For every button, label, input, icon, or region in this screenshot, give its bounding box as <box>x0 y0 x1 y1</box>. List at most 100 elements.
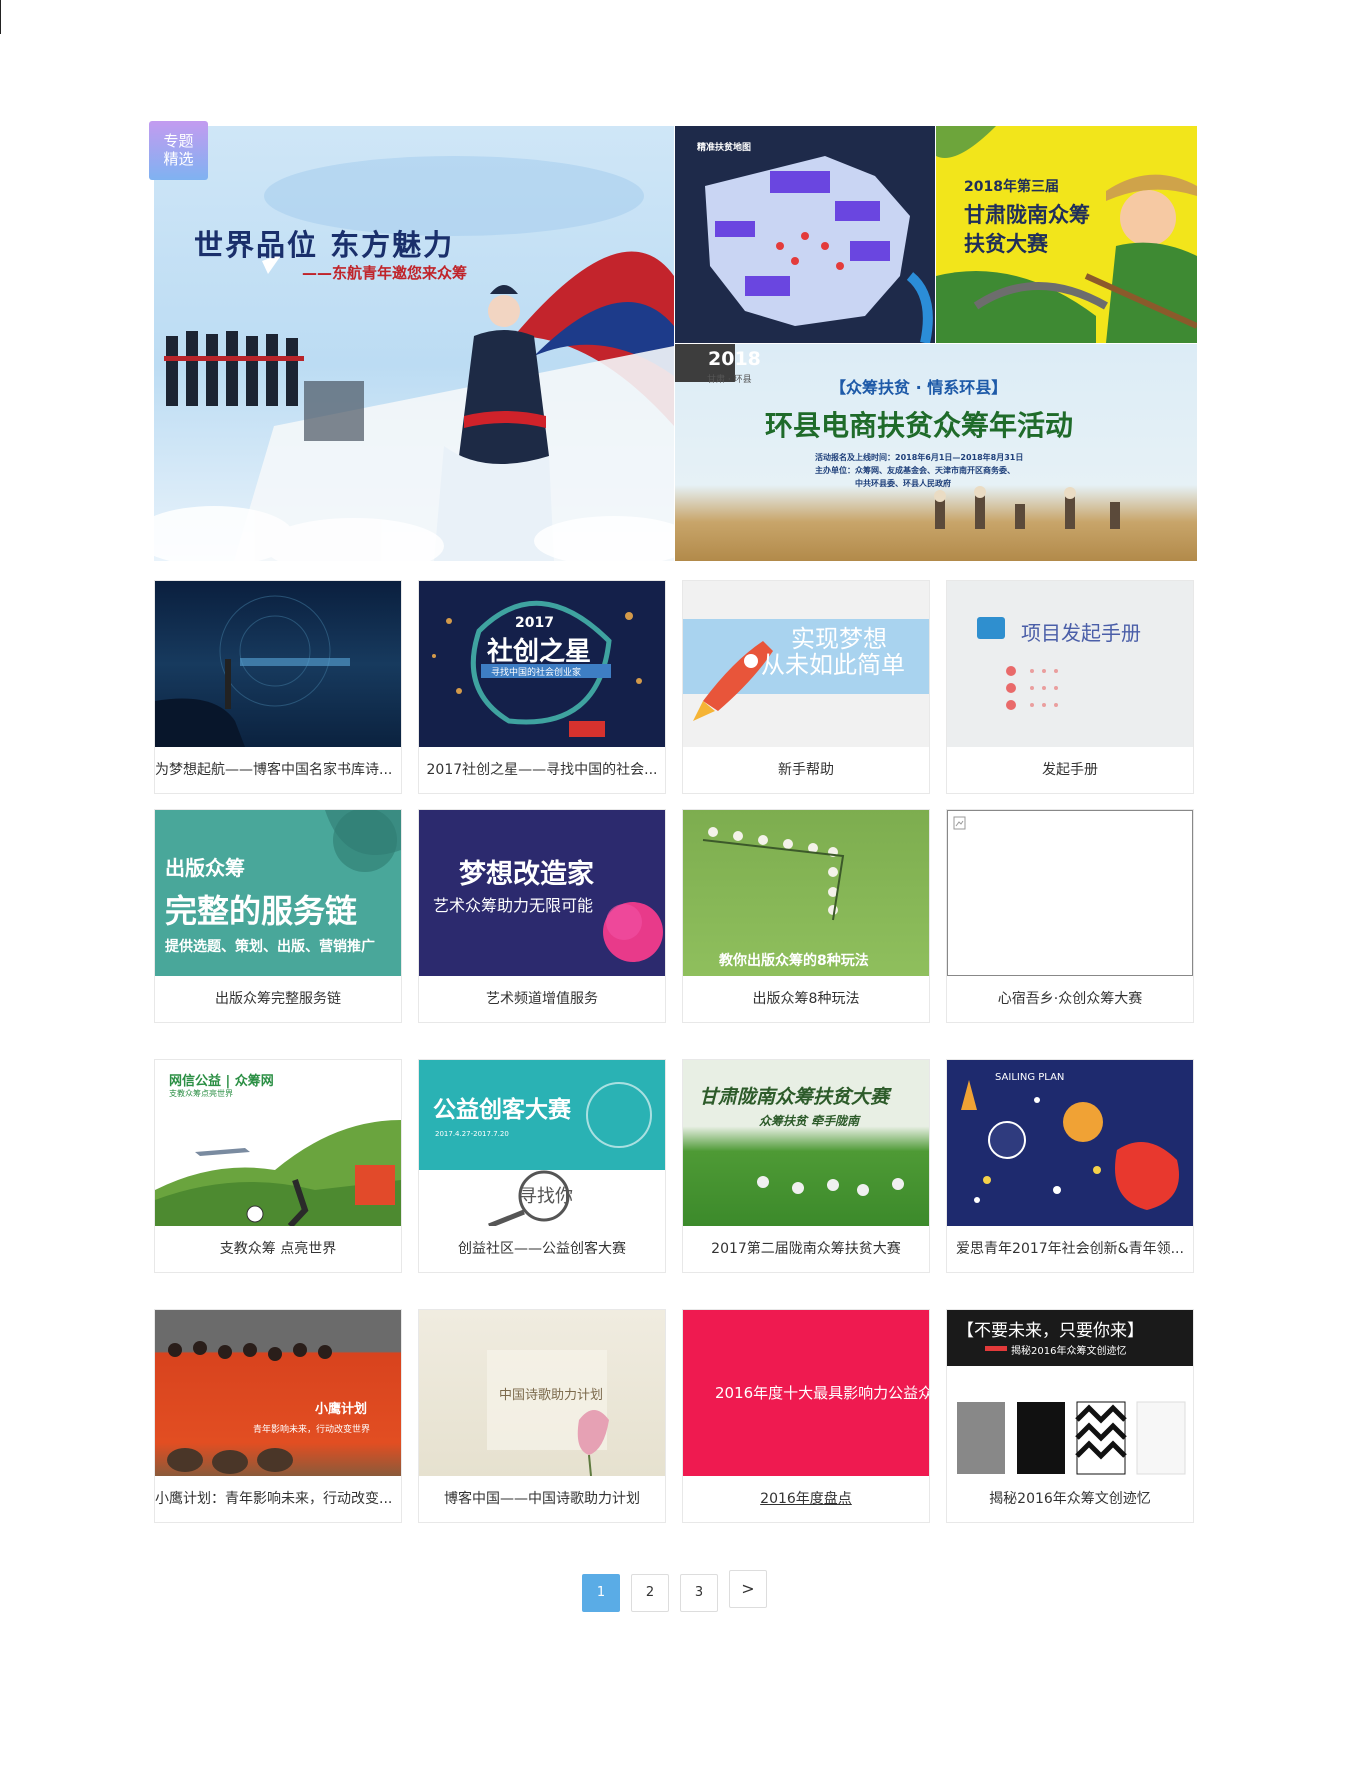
card-image-subtitle: 完整的服务链 <box>165 892 358 930</box>
card-image: 【不要未来，只要你来】 揭秘2016年众筹文创迹忆 <box>947 1310 1193 1476</box>
project-card[interactable]: 2016年度十大最具影响力公益众筹项目 2016年度盘点 <box>682 1309 930 1523</box>
card-image <box>947 810 1193 976</box>
card-image: SAILING PLAN <box>947 1060 1193 1226</box>
longnan-line1: 甘肃陇南众筹 <box>964 203 1090 227</box>
project-card[interactable]: 【不要未来，只要你来】 揭秘2016年众筹文创迹忆 揭秘2016年众筹文创迹忆 <box>946 1309 1194 1523</box>
banner-huanxian-panel[interactable]: 2018 甘肃 · 环县 【众筹扶贫 · 情系环县】 环县电商扶贫众筹年活动 活… <box>675 344 1197 561</box>
project-card[interactable]: 公益创客大赛 2017.4.27-2017.7.20 寻找你 创益社区——公益创… <box>418 1059 666 1273</box>
page-1-button[interactable]: 1 <box>582 1574 620 1612</box>
card-image-title: 【不要未来，只要你来】 <box>957 1321 1144 1341</box>
card-image: 2017 社创之星 寻找中国的社会创业家 <box>419 581 665 747</box>
card-image-title: 梦想改造家 <box>459 859 594 890</box>
banner-longnan-panel[interactable]: 2018年第三届 甘肃陇南众筹 扶贫大赛 <box>936 126 1197 343</box>
huanxian-place: 甘肃 · 环县 <box>707 375 752 385</box>
project-card[interactable]: 心宿吾乡·众创众筹大赛 <box>946 809 1194 1023</box>
card-image-title: 教你出版众筹的8种玩法 <box>719 953 869 969</box>
longnan-year: 2018年第三届 <box>964 179 1059 195</box>
china-map-illustration <box>705 156 933 343</box>
card-image-year: 2017 <box>515 615 554 631</box>
card-image-small: 2017.4.27-2017.7.20 <box>435 1130 509 1138</box>
project-card[interactable]: 教你出版众筹的8种玩法 出版众筹8种玩法 <box>682 809 930 1023</box>
featured-badge: 专题 精选 <box>149 121 208 180</box>
card-caption[interactable]: 支教众筹 点亮世界 <box>155 1226 401 1272</box>
featured-banner: 世界品位 东方魅力 ——东航青年邀您来众筹 精准扶贫地图 2018年第三届 甘肃… <box>149 121 1197 561</box>
card-image-title: 中国诗歌助力计划 <box>499 1388 604 1403</box>
card-image-title: 2016年度十大最具影响力公益众筹项目 <box>715 1384 929 1402</box>
page-2-button[interactable]: 2 <box>631 1574 669 1612</box>
card-image <box>155 581 401 747</box>
card-image: 出版众筹 完整的服务链 提供选题、策划、出版、营销推广 <box>155 810 401 976</box>
huanxian-year: 2018 <box>708 348 761 370</box>
card-caption[interactable]: 小鹰计划：青年影响未来，行动改变... <box>155 1476 401 1522</box>
farmers-illustration <box>934 486 1120 529</box>
card-image-title: 出版众筹 <box>165 856 245 880</box>
card-caption[interactable]: 出版众筹8种玩法 <box>683 976 929 1022</box>
banner-main-panel[interactable]: 世界品位 东方魅力 ——东航青年邀您来众筹 <box>154 126 674 561</box>
card-image-title: 小鹰计划 <box>315 1402 368 1417</box>
card-image-subtitle: 青年影响未来，行动改变世界 <box>253 1425 371 1435</box>
card-caption[interactable]: 新手帮助 <box>683 747 929 793</box>
card-image-subtitle: 众筹扶贫 牵手陇南 <box>759 1114 860 1128</box>
huanxian-small-title: 【众筹扶贫 · 情系环县】 <box>830 378 1008 397</box>
project-card[interactable]: 出版众筹 完整的服务链 提供选题、策划、出版、营销推广 出版众筹完整服务链 <box>154 809 402 1023</box>
broken-image-icon <box>953 816 966 830</box>
card-image-subtitle: 揭秘2016年众筹文创迹忆 <box>1011 1346 1127 1357</box>
card-caption[interactable]: 爱思青年2017年社会创新&青年领... <box>947 1226 1193 1272</box>
card-image-title: 社创之星 <box>487 637 592 667</box>
next-page-button[interactable]: > <box>729 1570 767 1608</box>
project-card[interactable]: 网信公益 | 众筹网 支教众筹点亮世界 支教众筹 点亮世界 <box>154 1059 402 1273</box>
project-card[interactable]: 实现梦想 从未如此简单 新手帮助 <box>682 580 930 794</box>
card-image: 梦想改造家 艺术众筹助力无限可能 <box>419 810 665 976</box>
huanxian-title: 环县电商扶贫众筹年活动 <box>765 409 1074 442</box>
project-card[interactable]: SAILING PLAN 爱思青年2017年社会创新&青年领... <box>946 1059 1194 1273</box>
banner-main-title: 世界品位 东方魅力 <box>194 228 455 262</box>
card-image-subtitle: 寻找你 <box>519 1186 573 1207</box>
card-image-title: 项目发起手册 <box>1021 621 1141 645</box>
card-image-title: 公益创客大赛 <box>433 1097 571 1123</box>
card-caption[interactable]: 揭秘2016年众筹文创迹忆 <box>947 1476 1193 1522</box>
card-caption[interactable]: 2017第二届陇南众筹扶贫大赛 <box>683 1226 929 1272</box>
project-card[interactable]: 2017 社创之星 寻找中国的社会创业家 2017社创之星——寻找中国的社会..… <box>418 580 666 794</box>
card-image: 教你出版众筹的8种玩法 <box>683 810 929 976</box>
card-image-title: SAILING PLAN <box>995 1072 1065 1083</box>
huanxian-info1: 活动报名及上线时间：2018年6月1日—2018年8月31日 <box>815 453 1024 462</box>
huanxian-info2: 主办单位：众筹网、友成基金会、天津市南开区商务委、 <box>815 466 1015 475</box>
project-card[interactable]: 甘肃陇南众筹扶贫大赛 众筹扶贫 牵手陇南 2017第二届陇南众筹扶贫大赛 <box>682 1059 930 1273</box>
card-image: 实现梦想 从未如此简单 <box>683 581 929 747</box>
project-card[interactable]: 中国诗歌助力计划 博客中国——中国诗歌助力计划 <box>418 1309 666 1523</box>
banner-main-subtitle: ——东航青年邀您来众筹 <box>302 264 468 282</box>
card-caption[interactable]: 心宿吾乡·众创众筹大赛 <box>947 976 1193 1022</box>
airline-illustration <box>154 156 674 561</box>
card-caption[interactable]: 为梦想起航——博客中国名家书库诗... <box>155 747 401 793</box>
card-image: 网信公益 | 众筹网 支教众筹点亮世界 <box>155 1060 401 1226</box>
project-card[interactable]: 项目发起手册 发起手册 <box>946 580 1194 794</box>
card-caption[interactable]: 出版众筹完整服务链 <box>155 976 401 1022</box>
card-caption[interactable]: 2017社创之星——寻找中国的社会... <box>419 747 665 793</box>
badge-line1: 专题 <box>163 132 194 150</box>
card-caption[interactable]: 创益社区——公益创客大赛 <box>419 1226 665 1272</box>
project-card[interactable]: 梦想改造家 艺术众筹助力无限可能 艺术频道增值服务 <box>418 809 666 1023</box>
card-image: 项目发起手册 <box>947 581 1193 747</box>
text-cursor <box>0 0 1 34</box>
project-card[interactable]: 为梦想起航——博客中国名家书库诗... <box>154 580 402 794</box>
card-image-subtitle: 寻找中国的社会创业家 <box>491 668 582 678</box>
card-image-title: 网信公益 | 众筹网 <box>169 1074 274 1089</box>
banner-poverty-map-panel[interactable]: 精准扶贫地图 <box>675 126 935 343</box>
card-image-subtitle: 艺术众筹助力无限可能 <box>433 896 594 915</box>
card-image: 甘肃陇南众筹扶贫大赛 众筹扶贫 牵手陇南 <box>683 1060 929 1226</box>
card-caption[interactable]: 博客中国——中国诗歌助力计划 <box>419 1476 665 1522</box>
page-3-button[interactable]: 3 <box>680 1574 718 1612</box>
card-image: 小鹰计划 青年影响未来，行动改变世界 <box>155 1310 401 1476</box>
card-caption[interactable]: 发起手册 <box>947 747 1193 793</box>
card-image-title: 甘肃陇南众筹扶贫大赛 <box>699 1086 890 1108</box>
card-caption[interactable]: 2016年度盘点 <box>683 1476 929 1522</box>
card-image-subtitle: 支教众筹点亮世界 <box>169 1089 233 1098</box>
card-image: 公益创客大赛 2017.4.27-2017.7.20 寻找你 <box>419 1060 665 1226</box>
map-panel-title: 精准扶贫地图 <box>697 143 752 153</box>
project-card[interactable]: 小鹰计划 青年影响未来，行动改变世界 小鹰计划：青年影响未来，行动改变... <box>154 1309 402 1523</box>
longnan-line2: 扶贫大赛 <box>964 232 1048 256</box>
card-caption[interactable]: 艺术频道增值服务 <box>419 976 665 1022</box>
card-image-small: 提供选题、策划、出版、营销推广 <box>165 939 375 955</box>
badge-line2: 精选 <box>163 150 194 168</box>
card-image: 2016年度十大最具影响力公益众筹项目 <box>683 1310 929 1476</box>
